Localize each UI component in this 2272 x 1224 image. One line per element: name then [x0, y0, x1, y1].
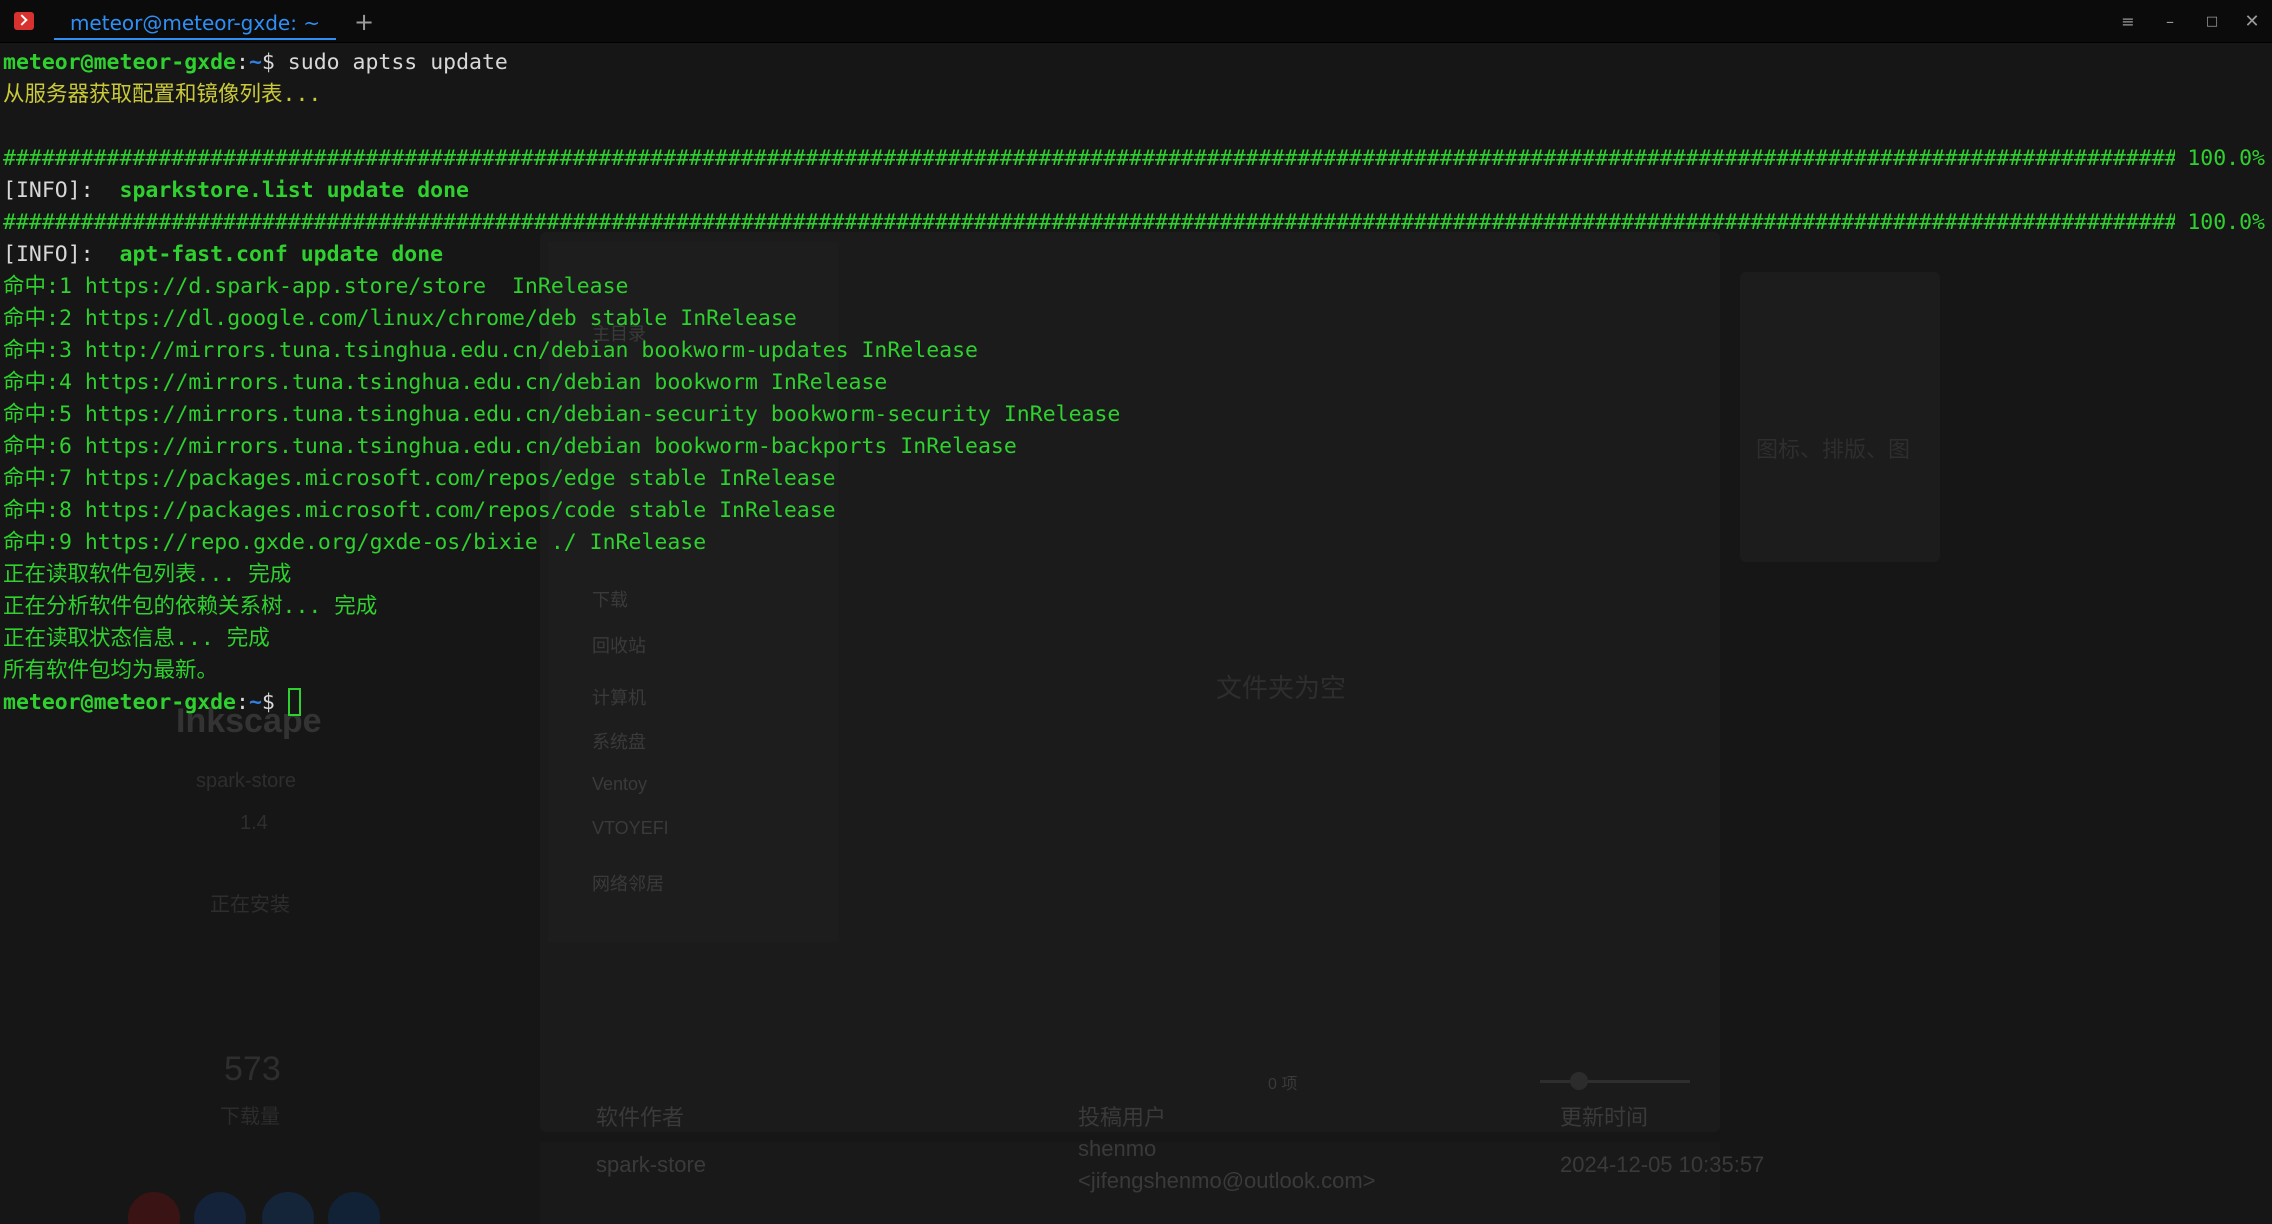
prompt-separator: :	[236, 50, 249, 75]
info-tag-1: [INFO]:	[3, 178, 94, 203]
text-cursor[interactable]	[287, 688, 301, 716]
terminal-window: meteor@meteor-gxde: ~ + ≡ – □ ✕ Inkscape…	[0, 0, 2272, 1224]
ghost-zoom-slider	[1540, 1080, 1690, 1083]
hit-line-1: 命中:1 https://d.spark-app.store/store InR…	[3, 274, 629, 299]
info-msg-2: apt-fast.conf update done	[119, 242, 444, 267]
hit-line-9: 命中:9 https://repo.gxde.org/gxde-os/bixie…	[3, 530, 707, 555]
hit-line-7: 命中:7 https://packages.microsoft.com/repo…	[3, 466, 836, 491]
status-line-1: 正在读取软件包列表... 完成	[3, 562, 292, 587]
hit-line-8: 命中:8 https://packages.microsoft.com/repo…	[3, 498, 836, 523]
ghost-avatar-1	[128, 1192, 180, 1224]
prompt-char: $	[261, 50, 275, 75]
command-text: sudo aptss update	[274, 50, 508, 75]
minimize-icon[interactable]: –	[2158, 10, 2182, 34]
hit-line-5: 命中:5 https://mirrors.tuna.tsinghua.edu.c…	[3, 402, 1121, 427]
prompt-char-2: $	[261, 690, 275, 715]
prompt-path: ~	[248, 50, 262, 75]
ghost-sidebar-vtoyefi: VTOYEFI	[592, 818, 669, 838]
prompt-path-2: ~	[248, 690, 262, 715]
hit-line-6: 命中:6 https://mirrors.tuna.tsinghua.edu.c…	[3, 434, 1017, 459]
prompt-user: meteor@meteor-gxde	[3, 50, 236, 75]
hit-line-4: 命中:4 https://mirrors.tuna.tsinghua.edu.c…	[3, 370, 888, 395]
info-line-2: [INFO]: apt-fast.conf update done	[3, 239, 2265, 271]
progress-bar-1: ########################################…	[3, 143, 2265, 175]
prompt-user-2: meteor@meteor-gxde	[3, 690, 236, 715]
ghost-update-time: 2024-12-05 10:35:57	[1560, 1152, 1765, 1177]
menu-icon[interactable]: ≡	[2116, 10, 2140, 34]
terminal-output[interactable]: meteor@meteor-gxde:~$ sudo aptss update …	[3, 47, 2265, 719]
info-tag-2: [INFO]:	[3, 242, 94, 267]
ghost-app-source: spark-store	[196, 770, 297, 792]
status-line-3: 正在读取状态信息... 完成	[3, 626, 270, 651]
ghost-downloads-label: 下载量	[220, 1106, 280, 1128]
prompt-separator-2: :	[236, 690, 249, 715]
close-icon[interactable]: ✕	[2240, 10, 2264, 34]
tab-active[interactable]: meteor@meteor-gxde: ~	[54, 4, 336, 40]
progress-bar-2-hashes: ########################################…	[3, 210, 2176, 235]
progress-bar-1-hashes: ########################################…	[3, 146, 2176, 171]
ghost-install-button: 正在安装	[210, 894, 290, 916]
fetch-message: 从服务器获取配置和镜像列表...	[3, 82, 322, 107]
info-msg-1: sparkstore.list update done	[119, 178, 470, 203]
ghost-avatar-3	[262, 1192, 314, 1224]
ghost-sidebar-ventoy: Ventoy	[592, 774, 648, 794]
ghost-sidebar-system-disk: 系统盘	[592, 732, 646, 752]
hit-line-3: 命中:3 http://mirrors.tuna.tsinghua.edu.cn…	[3, 338, 978, 363]
ghost-app-version: 1.4	[240, 812, 268, 834]
new-tab-plus-icon[interactable]: +	[352, 4, 376, 40]
ghost-label-author: 软件作者	[596, 1105, 685, 1130]
progress-bar-2-percent: 100.0%	[2187, 210, 2265, 235]
progress-bar-2: ########################################…	[3, 207, 2265, 239]
ghost-contributor-name: shenmo	[1078, 1136, 1157, 1161]
status-line-2: 正在分析软件包的依赖关系树... 完成	[3, 594, 378, 619]
ghost-sidebar-network: 网络邻居	[592, 874, 664, 894]
command-line: meteor@meteor-gxde:~$ sudo aptss update	[3, 47, 2265, 79]
ghost-item-count: 0 项	[1268, 1076, 1298, 1093]
info-line-1: [INFO]: sparkstore.list update done	[3, 175, 2265, 207]
status-line-4: 所有软件包均为最新。	[3, 658, 219, 683]
title-bar: meteor@meteor-gxde: ~ + ≡ – □ ✕	[0, 0, 2272, 43]
ghost-contributor-email: <jifengshenmo@outlook.com>	[1078, 1168, 1376, 1193]
ghost-downloads-count: 573	[224, 1050, 281, 1088]
maximize-icon[interactable]: □	[2200, 10, 2224, 34]
ghost-zoom-knob	[1570, 1072, 1588, 1090]
ghost-avatar-2	[194, 1192, 246, 1224]
ghost-avatar-4	[328, 1192, 380, 1224]
ghost-label-contributor: 投稿用户	[1078, 1105, 1167, 1130]
prompt-line[interactable]: meteor@meteor-gxde:~$	[3, 687, 2265, 719]
hit-line-2: 命中:2 https://dl.google.com/linux/chrome/…	[3, 306, 797, 331]
ghost-author: spark-store	[596, 1152, 707, 1177]
terminal-app-icon	[14, 12, 34, 30]
ghost-label-update-time: 更新时间	[1560, 1105, 1649, 1130]
progress-bar-1-percent: 100.0%	[2187, 146, 2265, 171]
